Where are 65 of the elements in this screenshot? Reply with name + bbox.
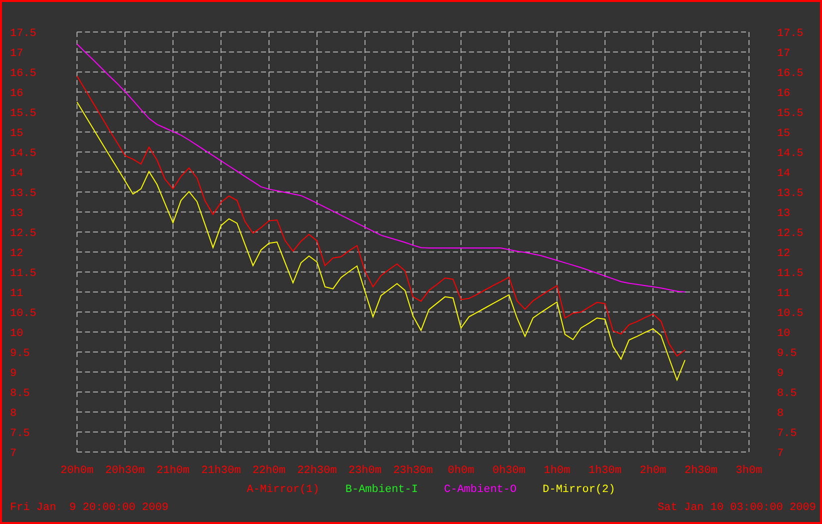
axis-label: 9.5 bbox=[777, 348, 797, 360]
axis-label: 8.5 bbox=[10, 388, 30, 400]
legend-label: D-Mirror(2) bbox=[542, 484, 616, 496]
axis-label: 20h0m bbox=[60, 465, 94, 477]
legend-label: C-Ambient-O bbox=[444, 484, 517, 496]
axis-label: 15.5 bbox=[10, 108, 36, 120]
axis-label: 13 bbox=[777, 208, 790, 220]
axis-label: 1h0m bbox=[544, 465, 570, 477]
axis-label: 15 bbox=[777, 128, 790, 140]
axis-label: 22h0m bbox=[252, 465, 286, 477]
start-time-label: Fri Jan 9 20:00:00 2009 bbox=[10, 502, 168, 514]
axis-label: 22h30m bbox=[297, 465, 337, 477]
axis-label: 3h0m bbox=[736, 465, 762, 477]
axis-label: 16.5 bbox=[10, 68, 36, 80]
axis-label: 21h0m bbox=[156, 465, 190, 477]
axis-label: 16 bbox=[10, 88, 24, 100]
axis-label: 12.5 bbox=[10, 228, 36, 240]
legend-label: A-Mirror(1) bbox=[246, 484, 320, 496]
axis-label: 20h30m bbox=[105, 465, 145, 477]
axis-label: 8 bbox=[777, 408, 784, 420]
axis-label: 16 bbox=[777, 88, 790, 100]
axis-label: 12 bbox=[10, 248, 24, 260]
axis-label: 0h30m bbox=[492, 465, 526, 477]
axis-label: 10.5 bbox=[10, 308, 36, 320]
axis-label: 10 bbox=[10, 328, 24, 340]
axis-label: 12.5 bbox=[777, 228, 804, 240]
axis-label: 11.5 bbox=[777, 268, 804, 280]
axis-label: 14.5 bbox=[10, 148, 36, 160]
axis-label: 11.5 bbox=[10, 268, 36, 280]
axis-label: 16.5 bbox=[777, 68, 804, 80]
axis-label: 21h30m bbox=[201, 465, 241, 477]
axis-label: 13.5 bbox=[777, 188, 804, 200]
axis-label: 15.5 bbox=[777, 108, 804, 120]
axis-label: 14 bbox=[10, 168, 24, 180]
axis-label: 23h0m bbox=[348, 465, 382, 477]
axis-label: 12 bbox=[777, 248, 790, 260]
axis-label: 14 bbox=[777, 168, 790, 180]
axis-label: 7.5 bbox=[10, 428, 30, 440]
axis-label: 9 bbox=[777, 368, 784, 380]
legend-label: B-Ambient-I bbox=[345, 484, 418, 496]
axis-label: 17 bbox=[10, 48, 24, 60]
axis-label: 10.5 bbox=[777, 308, 804, 320]
axis-label: 9.5 bbox=[10, 348, 30, 360]
axis-label: 11 bbox=[777, 288, 790, 300]
axis-label: 8.5 bbox=[777, 388, 797, 400]
axis-label: 17.5 bbox=[10, 28, 36, 40]
axis-label: 17 bbox=[777, 48, 790, 60]
axis-label: 2h30m bbox=[684, 465, 718, 477]
axis-label: 10 bbox=[777, 328, 790, 340]
end-time-label: Sat Jan 10 03:00:00 2009 bbox=[658, 502, 816, 514]
axis-label: 13.5 bbox=[10, 188, 36, 200]
axis-label: 11 bbox=[10, 288, 24, 300]
axis-label: 23h30m bbox=[393, 465, 433, 477]
axis-label: 13 bbox=[10, 208, 24, 220]
axis-label: 0h0m bbox=[448, 465, 474, 477]
axis-label: 8 bbox=[10, 408, 17, 420]
axis-label: 17.5 bbox=[777, 28, 804, 40]
axis-label: 7 bbox=[777, 448, 784, 460]
axis-label: 2h0m bbox=[640, 465, 666, 477]
axis-label: 1h30m bbox=[588, 465, 622, 477]
axis-label: 14.5 bbox=[777, 148, 804, 160]
axis-label: 7 bbox=[10, 448, 17, 460]
axis-label: 15 bbox=[10, 128, 24, 140]
axis-label: 7.5 bbox=[777, 428, 797, 440]
axis-label: 9 bbox=[10, 368, 17, 380]
